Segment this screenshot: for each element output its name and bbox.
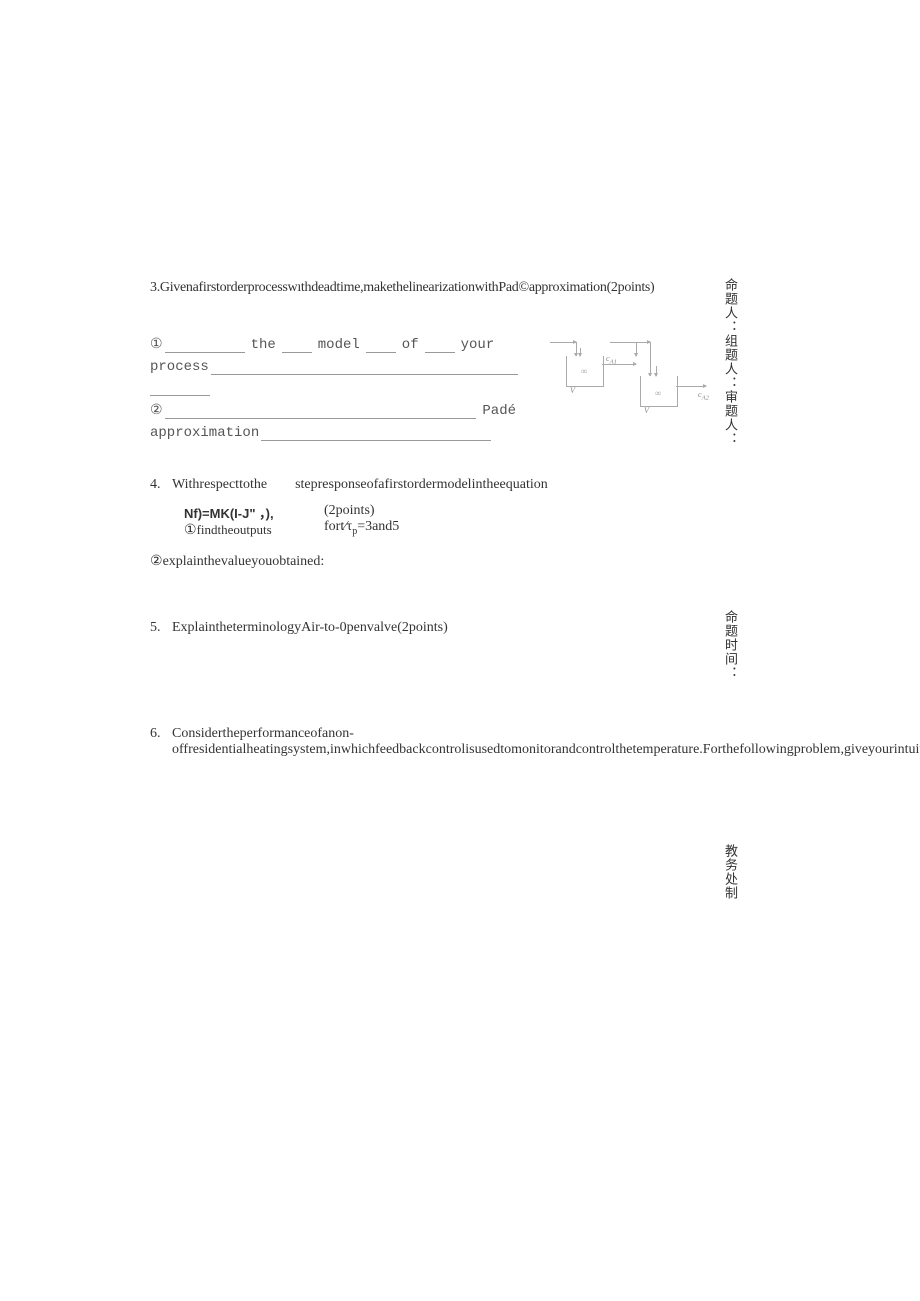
diagram-ca2: cA2 [698,390,709,402]
process-diagram: ∞ V cA1 ∞ V cA2 [550,336,720,426]
question-3-left: ① the model of your process ② Padé [150,336,520,447]
q3-word-your: your [457,337,499,353]
question-6: 6. Considertheperformanceofanon-offresid… [150,726,720,758]
q3-word-model: model [314,337,364,353]
q4-sub2-marker: ② [150,554,163,569]
q6-number: 6. [150,726,172,758]
q3-word-pade: Padé [478,403,520,419]
diagram-v1: V [570,386,575,395]
q4-equation: Nf)=MK(I-J" ，), [184,503,324,522]
side-time: 命题时间： [721,610,740,700]
question-3-header: 3.Givenafirstorderprocesswıthdeadtime,ma… [150,280,720,296]
question-4: 4. Withrespecttothe stepresponseofafirst… [150,477,720,539]
question-3-body: ① the model of your process ② Padé [150,336,720,447]
side-authors: 命题人：组题人：审题人： [721,278,740,458]
q4-sub1-right: fort⁄τp=3and5 [324,519,399,537]
q6-text: Considertheperformanceofanon-offresident… [172,726,920,758]
q4-sub2-text: explainthevalueyouobtained: [163,554,325,569]
q4-number: 4. [150,477,172,539]
q3-word-the: the [247,337,280,353]
item-2-marker: ② [150,402,163,419]
q4-points: (2points) [324,503,399,519]
q3-word-approx: approximation [150,425,259,441]
item-1-marker: ① [150,336,163,353]
q5-number: 5. [150,620,172,636]
question-5: 5. ExplaintheterminologyAir-to-0penvalve… [150,620,720,636]
q3-word-process: process [150,359,209,375]
q4-sub1-marker: ① [184,523,197,538]
diagram-v2: V [644,406,649,415]
q5-text: ExplaintheterminologyAir-to-0penvalve(2p… [172,620,720,636]
q4-sub2: ②explainthevalueyouobtained: [150,553,720,570]
q4-sub1-text: findtheoutputs [197,522,272,537]
q4-line1: Withrespecttothe stepresponseofafirstord… [172,477,720,493]
side-office: 教务处制 [721,844,740,914]
q3-word-of: of [398,337,423,353]
